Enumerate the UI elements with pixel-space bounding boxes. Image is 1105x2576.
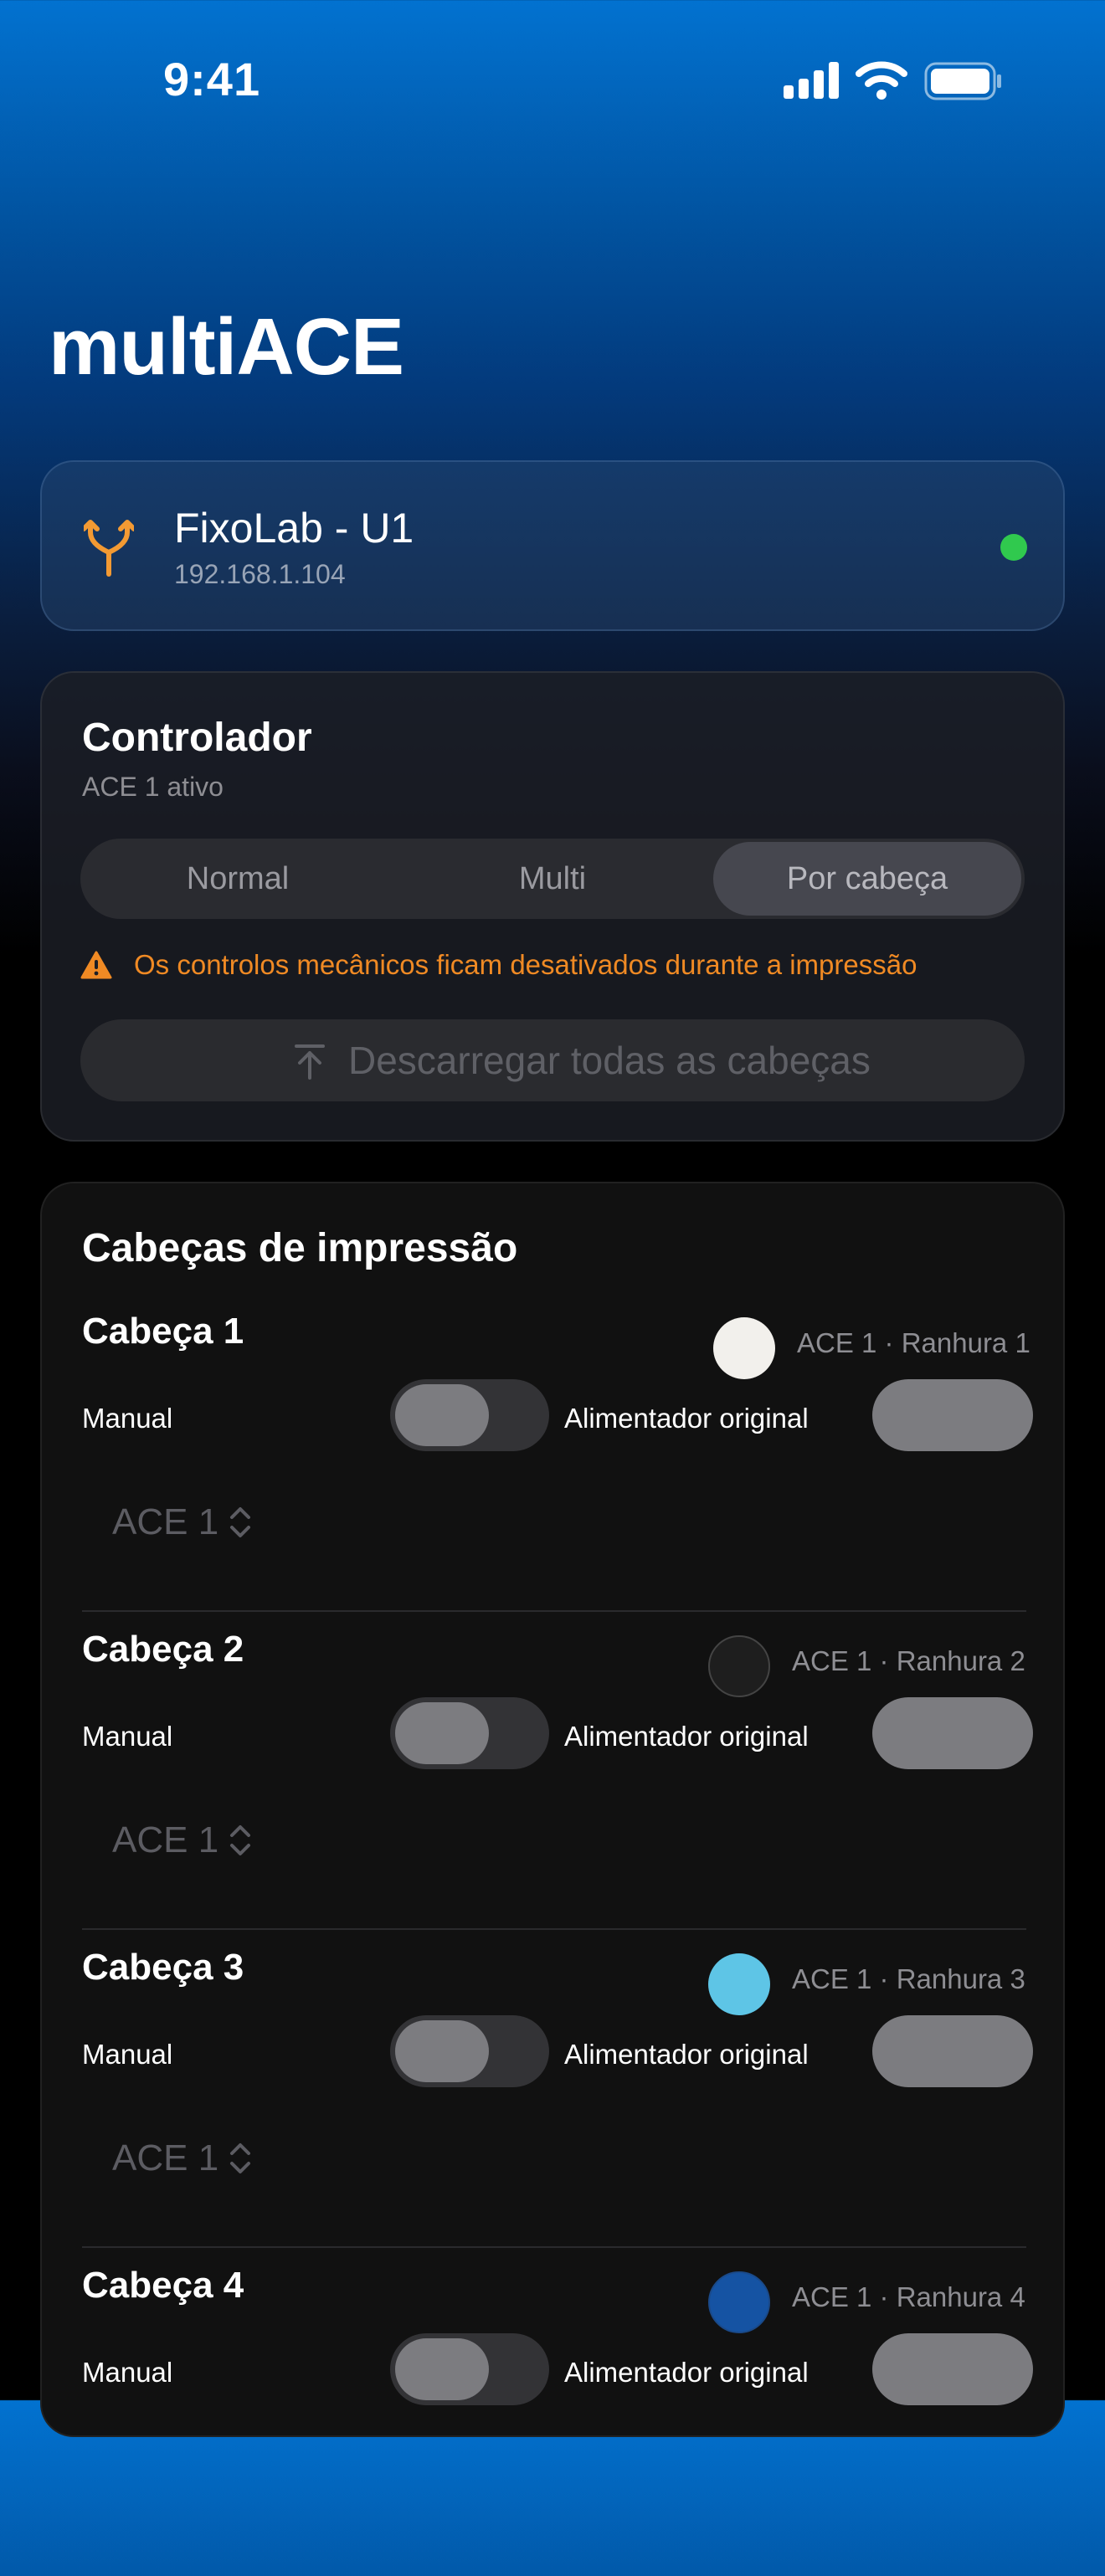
warning-icon	[80, 951, 112, 979]
filament-color-swatch[interactable]	[708, 1953, 770, 2015]
manual-label: Manual	[82, 2357, 173, 2388]
slot-label: ACE 1 · Ranhura 4	[792, 2281, 1025, 2312]
controller-card: Controlador ACE 1 ativo Normal Multi Por…	[40, 671, 1065, 1142]
filament-color-swatch[interactable]	[713, 1317, 775, 1379]
manual-toggle[interactable]	[390, 1379, 549, 1451]
mode-segmented-control: Normal Multi Por cabeça	[80, 839, 1025, 919]
head-name: Cabeça 4	[82, 2265, 244, 2306]
chevron-up-down-icon	[230, 1825, 250, 1855]
slot-label: ACE 1 · Ranhura 3	[792, 1963, 1025, 1994]
original-feeder-toggle[interactable]	[872, 2015, 1033, 2087]
warning-text: Os controlos mecânicos ficam desativados…	[134, 949, 917, 980]
unload-all-button[interactable]: Descarregar todas as cabeças	[80, 1019, 1025, 1101]
chevron-up-down-icon	[230, 1507, 250, 1537]
filament-color-swatch[interactable]	[708, 1635, 770, 1697]
slot-label: ACE 1 · Ranhura 1	[797, 1327, 1030, 1358]
controller-subtitle: ACE 1 ativo	[82, 772, 224, 802]
print-head-4: Cabeça 4 ACE 1 · Ranhura 4 Manual Alimen…	[42, 2258, 1066, 2576]
print-head-2: Cabeça 2 ACE 1 · Ranhura 2 Manual Alimen…	[42, 1622, 1066, 1940]
feeder-label: Alimentador original	[564, 2039, 809, 2070]
ace-selector[interactable]: ACE 1	[112, 1501, 218, 1543]
status-time: 9:41	[163, 53, 261, 105]
section-title: Cabeças de impressão	[82, 1226, 518, 1270]
filament-color-swatch[interactable]	[708, 2271, 770, 2333]
unload-all-label: Descarregar todas as cabeças	[348, 1039, 871, 1082]
controller-title: Controlador	[82, 716, 312, 760]
head-name: Cabeça 2	[82, 1629, 244, 1670]
manual-label: Manual	[82, 1403, 173, 1434]
toggle-knob	[395, 1384, 489, 1446]
print-head-3: Cabeça 3 ACE 1 · Ranhura 3 Manual Alimen…	[42, 1940, 1066, 2258]
head-name: Cabeça 1	[82, 1311, 244, 1352]
connection-status-dot	[1000, 534, 1027, 561]
print-heads-card: Cabeças de impressão Cabeça 1 ACE 1 · Ra…	[40, 1182, 1065, 2437]
mode-multi[interactable]: Multi	[395, 839, 710, 919]
print-head-1: Cabeça 1 ACE 1 · Ranhura 1 Manual Alimen…	[42, 1304, 1066, 1622]
feeder-label: Alimentador original	[564, 1721, 809, 1752]
ace-selector[interactable]: ACE 1	[112, 2137, 218, 2179]
feeder-label: Alimentador original	[564, 1403, 809, 1434]
divider	[82, 2246, 1026, 2248]
mode-normal[interactable]: Normal	[80, 839, 395, 919]
wifi-icon	[856, 61, 907, 100]
fork-icon	[84, 520, 134, 577]
printer-ip: 192.168.1.104	[174, 559, 346, 589]
chevron-up-down-icon	[230, 2143, 250, 2173]
manual-toggle[interactable]	[390, 2333, 549, 2405]
toggle-knob	[395, 1702, 489, 1764]
original-feeder-toggle[interactable]	[872, 1379, 1033, 1451]
original-feeder-toggle[interactable]	[872, 2333, 1033, 2405]
page-title: multiACE	[49, 302, 404, 392]
printer-card[interactable]: FixoLab - U1 192.168.1.104	[40, 460, 1065, 631]
printer-name: FixoLab - U1	[174, 505, 414, 552]
manual-label: Manual	[82, 1721, 173, 1752]
head-name: Cabeça 3	[82, 1947, 244, 1988]
ace-selector[interactable]: ACE 1	[112, 1819, 218, 1861]
unload-arrow-icon	[295, 1044, 325, 1080]
toggle-knob	[395, 2338, 489, 2400]
divider	[82, 1610, 1026, 1612]
manual-toggle[interactable]	[390, 2015, 549, 2087]
manual-toggle[interactable]	[390, 1697, 549, 1769]
slot-label: ACE 1 · Ranhura 2	[792, 1645, 1025, 1676]
toggle-knob	[395, 2020, 489, 2082]
mode-por-cabeca[interactable]: Por cabeça	[713, 842, 1021, 916]
signal-icon	[784, 62, 839, 99]
manual-label: Manual	[82, 2039, 173, 2070]
original-feeder-toggle[interactable]	[872, 1697, 1033, 1769]
battery-icon	[924, 62, 1001, 100]
feeder-label: Alimentador original	[564, 2357, 809, 2388]
divider	[82, 1928, 1026, 1930]
